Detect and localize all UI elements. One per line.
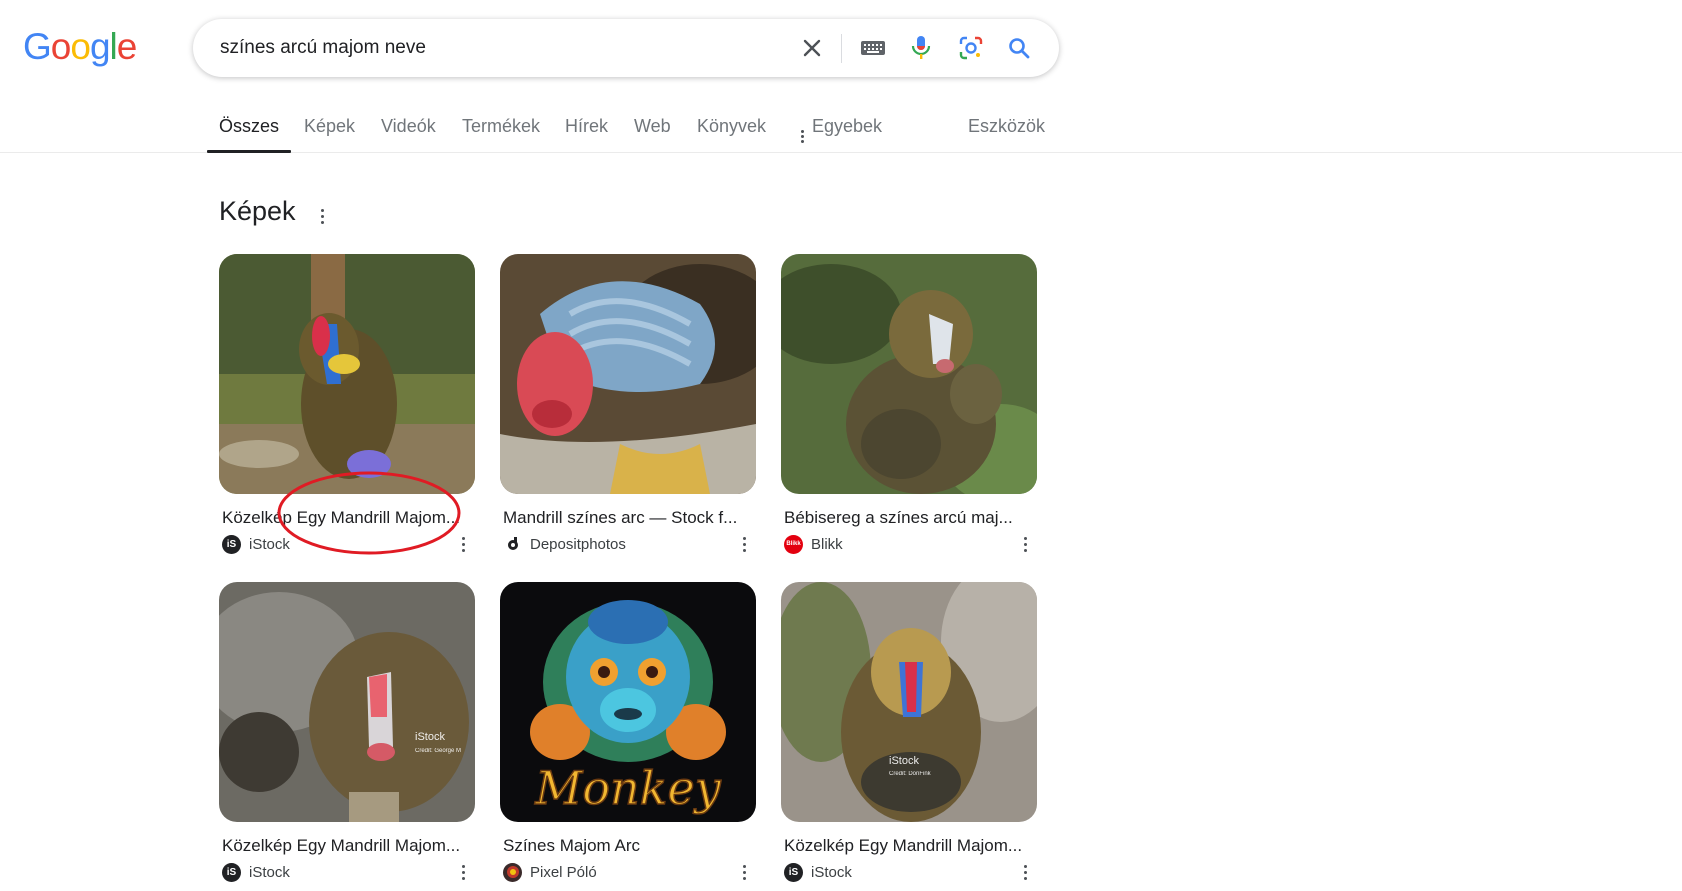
tab-hirek[interactable]: Hírek	[565, 116, 608, 153]
result-source[interactable]: iS iStock	[784, 862, 852, 882]
result-source-name: Pixel Póló	[530, 863, 597, 881]
search-icon[interactable]	[999, 19, 1039, 77]
result-more-icon[interactable]	[457, 534, 469, 554]
result-caption[interactable]: Színes Majom Arc	[503, 836, 749, 856]
logo-letter: e	[116, 26, 138, 67]
result-more-icon[interactable]	[1019, 534, 1031, 554]
tab-osszes[interactable]: Összes	[206, 116, 292, 153]
pixel-polo-logo-icon	[503, 862, 522, 882]
result-source[interactable]: Pixel Póló	[503, 862, 597, 882]
result-source-name: Blikk	[811, 535, 843, 553]
result-source[interactable]: iS iStock	[222, 534, 290, 554]
image-result: iStock Credit: George M Közelkép Egy Man…	[219, 582, 475, 882]
result-caption[interactable]: Közelkép Egy Mandrill Majom...	[784, 836, 1030, 856]
logo-letter: G	[23, 26, 52, 67]
monkey-illustration-thumbnail[interactable]: Monkey	[500, 582, 756, 822]
result-more-icon[interactable]	[738, 862, 750, 882]
keyboard-icon[interactable]	[853, 19, 893, 77]
mandrill-sitting-thumbnail[interactable]	[219, 254, 475, 494]
watermark-text: iStock	[415, 731, 445, 743]
image-result: Bébisereg a színes arcú maj... Blikk Bli…	[781, 254, 1037, 554]
section-more-icon[interactable]	[314, 202, 330, 230]
more-vert-icon	[798, 130, 806, 144]
tab-web[interactable]: Web	[634, 116, 671, 153]
microphone-icon[interactable]	[901, 19, 941, 77]
tab-egyebek[interactable]: Egyebek	[798, 116, 882, 153]
result-source[interactable]: Blikk Blikk	[784, 534, 843, 554]
search-input[interactable]: színes arcú majom neve	[220, 19, 426, 77]
logo-letter: o	[70, 26, 91, 67]
result-source-name: iStock	[249, 535, 290, 553]
logo-letter: o	[50, 26, 72, 67]
result-more-icon[interactable]	[457, 862, 469, 882]
result-source[interactable]: iS iStock	[222, 862, 290, 882]
istock-logo-icon: iS	[222, 862, 241, 882]
result-caption[interactable]: Mandrill színes arc — Stock f...	[503, 508, 749, 528]
mandrill-rock-thumbnail[interactable]: iStock Credit: George M	[219, 582, 475, 822]
result-more-icon[interactable]	[1019, 862, 1031, 882]
istock-logo-icon: iS	[784, 862, 803, 882]
image-result: iStock Credit: DonFink Közelkép Egy Mand…	[781, 582, 1037, 882]
image-result: Monkey Színes Majom Arc Pixel Póló	[500, 582, 756, 882]
search-divider	[841, 34, 842, 63]
logo-letter: g	[89, 26, 111, 67]
google-logo[interactable]: Google	[23, 26, 138, 67]
tab-kepek[interactable]: Képek	[304, 116, 355, 153]
logo-letter: l	[109, 26, 118, 67]
monkey-art-text: Monkey	[534, 761, 722, 815]
search-tabs: Összes Képek Videók Termékek Hírek Web K…	[0, 106, 1682, 153]
mandrill-on-rocks-thumbnail[interactable]: iStock Credit: DonFink	[781, 582, 1037, 822]
blikk-logo-icon: Blikk	[784, 534, 803, 554]
tab-konyvek[interactable]: Könyvek	[697, 116, 766, 153]
mandrill-with-baby-thumbnail[interactable]	[781, 254, 1037, 494]
istock-logo-icon: iS	[222, 534, 241, 554]
watermark-credit: Credit: George M	[415, 748, 461, 754]
image-result: Közelkép Egy Mandrill Majom... iS iStock	[219, 254, 475, 554]
images-section-title: Képek	[219, 196, 296, 226]
mandrill-face-closeup-thumbnail[interactable]	[500, 254, 756, 494]
tab-eszkozok[interactable]: Eszközök	[968, 116, 1045, 153]
result-caption[interactable]: Közelkép Egy Mandrill Majom...	[222, 508, 468, 528]
image-result: Mandrill színes arc — Stock f... Deposit…	[500, 254, 756, 554]
result-source-name: Depositphotos	[530, 535, 626, 553]
depositphotos-logo-icon	[503, 534, 522, 554]
result-source[interactable]: Depositphotos	[503, 534, 626, 554]
result-more-icon[interactable]	[738, 534, 750, 554]
watermark-credit: Credit: DonFink	[889, 771, 932, 777]
tab-termekek[interactable]: Termékek	[462, 116, 540, 153]
tab-egyebek-label: Egyebek	[812, 116, 883, 136]
lens-icon[interactable]	[951, 19, 991, 77]
tab-videok[interactable]: Videók	[381, 116, 436, 153]
result-source-name: iStock	[811, 863, 852, 881]
watermark-text: iStock	[889, 755, 919, 767]
result-caption[interactable]: Közelkép Egy Mandrill Majom...	[222, 836, 468, 856]
result-caption[interactable]: Bébisereg a színes arcú maj...	[784, 508, 1030, 528]
clear-icon[interactable]	[792, 19, 832, 77]
result-source-name: iStock	[249, 863, 290, 881]
search-box[interactable]: színes arcú majom neve	[193, 19, 1059, 77]
